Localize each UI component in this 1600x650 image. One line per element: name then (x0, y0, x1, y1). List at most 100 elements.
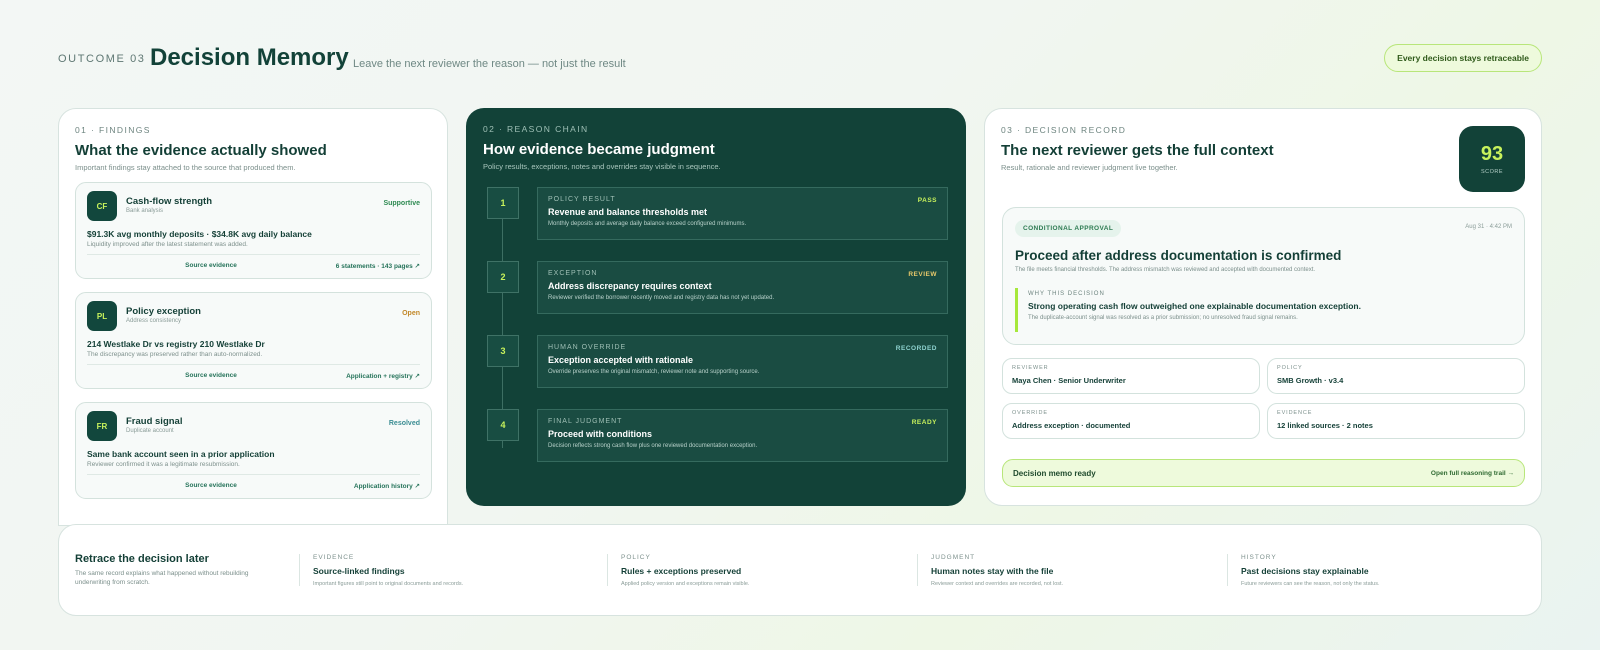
step-human-override[interactable]: HUMAN OVERRIDE Exception accepted with r… (537, 335, 948, 388)
step-number: 3 (487, 335, 519, 367)
findings-subtitle: Important findings stay attached to the … (75, 163, 296, 172)
finding-cash-flow: CF Cash-flow strength Bank analysis Supp… (75, 182, 432, 279)
findings-title: What the evidence actually showed (75, 142, 327, 159)
decision-title: Proceed after address documentation is c… (1015, 248, 1342, 263)
page-header: OUTCOME 03 Decision Memory Leave the nex… (58, 44, 1542, 76)
chain-subtitle: Policy results, exceptions, notes and ov… (483, 162, 721, 171)
source-evidence-link[interactable]: Source evidence (76, 372, 346, 379)
memo-status: Decision memo ready (1013, 468, 1096, 478)
divider (87, 474, 420, 475)
record-eyebrow: 03 · DECISION RECORD (1001, 125, 1127, 135)
application-registry-link[interactable]: Application + registry ↗ (346, 372, 420, 380)
meta-label: REVIEWER (1012, 365, 1049, 371)
finding-name: Cash-flow strength (126, 196, 213, 207)
step-badge: REVIEW (908, 271, 937, 278)
strip-title: Retrace the decision later (75, 553, 209, 565)
why-this-decision: WHY THIS DECISION Strong operating cash … (1015, 288, 1510, 332)
col-desc: Applied policy version and exceptions re… (621, 581, 750, 587)
policy-box: POLICY SMB Growth · v3.4 (1267, 358, 1525, 394)
divider (87, 364, 420, 365)
finding-policy-exception: PL Policy exception Address consistency … (75, 292, 432, 389)
step-badge: PASS (917, 197, 937, 204)
step-desc: Decision reflects strong cash flow plus … (548, 443, 758, 449)
decision-record-card: 03 · DECISION RECORD The next reviewer g… (984, 108, 1542, 506)
finding-name: Policy exception (126, 306, 201, 317)
fraud-icon: FR (87, 411, 117, 441)
why-title: Strong operating cash flow outweighed on… (1028, 301, 1361, 311)
status-badge: Open (402, 310, 420, 317)
meta-value: Address exception · documented (1012, 421, 1131, 430)
col-desc: Reviewer context and overrides are recor… (931, 581, 1064, 587)
open-reasoning-trail-link[interactable]: Open full reasoning trail → (1431, 470, 1514, 477)
strip-desc: The same record explains what happened w… (75, 570, 249, 586)
strip-col-evidence: EVIDENCE Source-linked findings Importan… (299, 554, 464, 587)
finding-note: Reviewer confirmed it was a legitimate r… (87, 461, 240, 468)
meta-value: 12 linked sources · 2 notes (1277, 421, 1373, 430)
approval-tag: CONDITIONAL APPROVAL (1015, 220, 1122, 237)
step-title: Exception accepted with rationale (548, 355, 694, 365)
outcome-eyebrow: OUTCOME 03 (58, 53, 146, 65)
col-label: JUDGMENT (931, 554, 976, 561)
step-number: 1 (487, 187, 519, 219)
page-title: Decision Memory (150, 44, 349, 71)
why-desc: The duplicate-account signal was resolve… (1028, 315, 1298, 321)
finding-meta: Address consistency (126, 318, 182, 324)
meta-value: Maya Chen · Senior Underwriter (1012, 376, 1126, 385)
col-label: HISTORY (1241, 554, 1277, 561)
statements-link[interactable]: 6 statements · 143 pages ↗ (336, 262, 420, 270)
findings-card: 01 · FINDINGS What the evidence actually… (58, 108, 448, 526)
step-desc: Monthly deposits and average daily balan… (548, 221, 747, 227)
strip-col-history: HISTORY Past decisions stay explainable … (1227, 554, 1380, 587)
step-title: Address discrepancy requires context (548, 281, 712, 291)
col-label: POLICY (621, 554, 651, 561)
finding-meta: Bank analysis (126, 208, 164, 214)
meta-label: EVIDENCE (1277, 410, 1313, 416)
page-subtitle: Leave the next reviewer the reason — not… (353, 58, 626, 70)
step-kind: FINAL JUDGMENT (548, 418, 623, 425)
step-exception[interactable]: EXCEPTION Address discrepancy requires c… (537, 261, 948, 314)
findings-eyebrow: 01 · FINDINGS (75, 125, 151, 135)
step-kind: EXCEPTION (548, 270, 598, 277)
decision-subtitle: The file meets financial thresholds. The… (1015, 267, 1316, 273)
step-final-judgment[interactable]: FINAL JUDGMENT Proceed with conditions D… (537, 409, 948, 462)
col-desc: Future reviewers can see the reason, not… (1241, 581, 1380, 587)
retrace-strip: Retrace the decision later The same reco… (58, 524, 1542, 616)
col-title: Human notes stay with the file (931, 566, 1054, 576)
score-tile: 93 SCORE (1459, 126, 1525, 192)
policy-icon: PL (87, 301, 117, 331)
step-policy-result[interactable]: POLICY RESULT Revenue and balance thresh… (537, 187, 948, 240)
step-desc: Reviewer verified the borrower recently … (548, 295, 775, 301)
decision-summary: CONDITIONAL APPROVAL Aug 31 · 4:42 PM Pr… (1002, 207, 1525, 345)
meta-label: POLICY (1277, 365, 1303, 371)
step-title: Proceed with conditions (548, 429, 653, 439)
step-number: 2 (487, 261, 519, 293)
finding-headline: $91.3K avg monthly deposits · $34.8K avg… (87, 229, 312, 239)
finding-meta: Duplicate account (126, 428, 174, 434)
record-subtitle: Result, rationale and reviewer judgment … (1001, 163, 1178, 172)
step-number: 4 (487, 409, 519, 441)
source-evidence-link[interactable]: Source evidence (76, 482, 346, 489)
col-title: Past decisions stay explainable (1241, 566, 1369, 576)
finding-headline: Same bank account seen in a prior applic… (87, 449, 275, 459)
chain-title: How evidence became judgment (483, 141, 715, 158)
decision-timestamp: Aug 31 · 4:42 PM (1465, 224, 1512, 230)
source-evidence-link[interactable]: Source evidence (76, 262, 346, 269)
step-badge: RECORDED (895, 345, 937, 352)
score-label: SCORE (1480, 169, 1504, 175)
step-kind: HUMAN OVERRIDE (548, 344, 627, 351)
finding-fraud-signal: FR Fraud signal Duplicate account Resolv… (75, 402, 432, 499)
col-title: Rules + exceptions preserved (621, 566, 742, 576)
finding-headline: 214 Westlake Dr vs registry 210 Westlake… (87, 339, 265, 349)
col-title: Source-linked findings (313, 566, 405, 576)
status-badge: Supportive (383, 200, 420, 207)
retraceable-badge: Every decision stays retraceable (1384, 44, 1542, 72)
application-history-link[interactable]: Application history ↗ (354, 482, 420, 490)
why-label: WHY THIS DECISION (1028, 291, 1105, 297)
status-badge: Resolved (388, 420, 420, 427)
chain-eyebrow: 02 · REASON CHAIN (483, 124, 589, 134)
col-desc: Important figures still point to origina… (313, 581, 464, 587)
step-desc: Override preserves the original mismatch… (548, 369, 760, 375)
finding-note: The discrepancy was preserved rather tha… (87, 351, 263, 358)
decision-memo-bar: Decision memo ready Open full reasoning … (1002, 459, 1525, 487)
meta-label: OVERRIDE (1012, 410, 1048, 416)
